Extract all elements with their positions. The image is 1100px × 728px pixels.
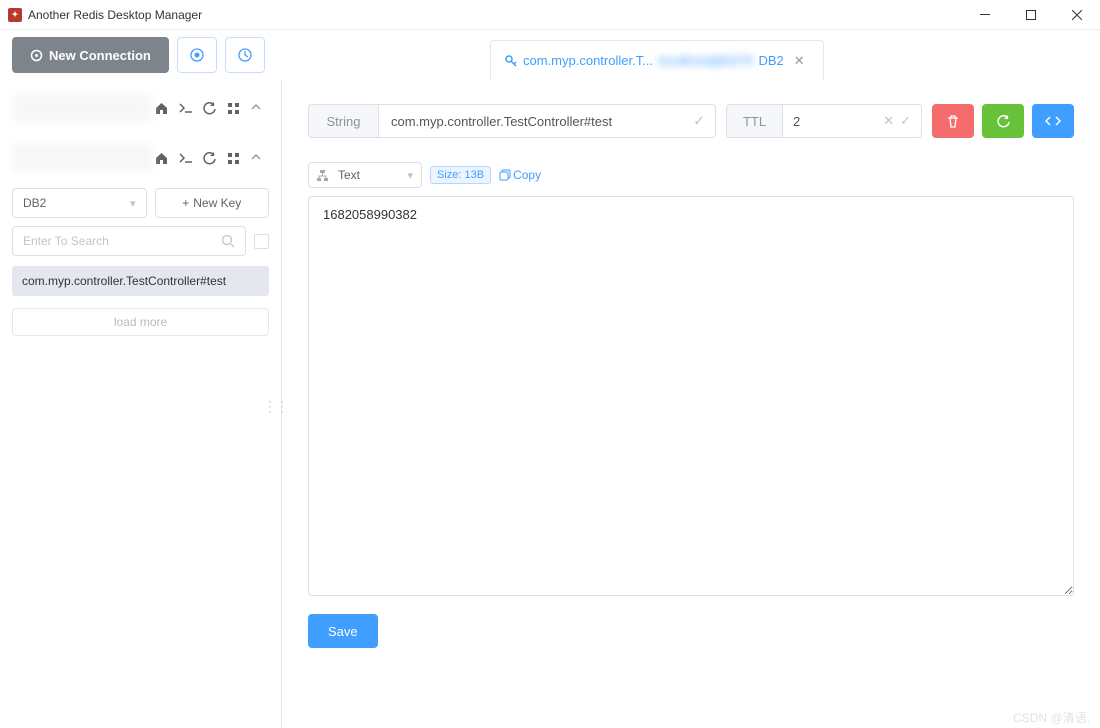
chevron-down-icon: ▾ bbox=[130, 197, 136, 210]
delete-button[interactable] bbox=[932, 104, 974, 138]
close-icon bbox=[1072, 10, 1082, 20]
connection-name-blurred bbox=[12, 144, 152, 172]
clock-icon bbox=[237, 47, 253, 63]
refresh-icon[interactable] bbox=[203, 152, 221, 165]
ttl-value: 2 bbox=[793, 114, 800, 129]
confirm-key-icon[interactable]: ✓ bbox=[693, 113, 705, 130]
copy-label: Copy bbox=[513, 168, 541, 182]
format-select[interactable]: Text ▾ bbox=[308, 162, 422, 188]
window-title: Another Redis Desktop Manager bbox=[28, 8, 202, 22]
new-key-label: New Key bbox=[193, 196, 241, 210]
tree-icon bbox=[317, 170, 328, 181]
main-content: String com.myp.controller.TestController… bbox=[282, 80, 1100, 728]
minimize-button[interactable] bbox=[962, 0, 1008, 30]
sidebar: DB2 ▾ + New Key Enter To Search com.myp.… bbox=[0, 80, 282, 728]
connection-name-blurred bbox=[12, 94, 152, 122]
close-button[interactable] bbox=[1054, 0, 1100, 30]
code-icon bbox=[1045, 114, 1061, 128]
chevron-up-icon[interactable] bbox=[251, 102, 269, 115]
type-label: String bbox=[327, 114, 361, 129]
refresh-icon bbox=[996, 114, 1010, 128]
home-icon[interactable] bbox=[155, 102, 173, 115]
exact-match-checkbox[interactable] bbox=[254, 234, 269, 249]
chevron-up-icon[interactable] bbox=[251, 152, 269, 165]
new-connection-button[interactable]: New Connection bbox=[12, 37, 169, 73]
confirm-ttl-icon[interactable]: ✓ bbox=[900, 113, 911, 129]
terminal-icon[interactable] bbox=[179, 152, 197, 165]
type-select: String bbox=[308, 104, 378, 138]
tab-close-icon[interactable]: ✕ bbox=[794, 53, 805, 69]
size-badge: Size: 13B bbox=[430, 166, 491, 184]
db-select-label: DB2 bbox=[23, 196, 46, 210]
connection-row-2[interactable] bbox=[12, 138, 269, 178]
code-button[interactable] bbox=[1032, 104, 1074, 138]
maximize-button[interactable] bbox=[1008, 0, 1054, 30]
window-controls bbox=[962, 0, 1100, 30]
load-more-label: load more bbox=[114, 315, 167, 329]
tab-key-view[interactable]: com.myp.controller.T... localhost@6379 D… bbox=[490, 40, 824, 80]
key-value: com.myp.controller.TestController#test bbox=[391, 114, 612, 129]
search-input[interactable]: Enter To Search bbox=[12, 226, 246, 256]
tab-conn-label: localhost@6379 bbox=[659, 53, 752, 68]
titlebar-left: ✦ Another Redis Desktop Manager bbox=[8, 8, 202, 22]
tab-db-label: DB2 bbox=[758, 53, 783, 68]
tab-key-label: com.myp.controller.T... bbox=[523, 53, 653, 68]
watermark: CSDN @清语. bbox=[1013, 709, 1090, 726]
tabs-bar: com.myp.controller.T... localhost@6379 D… bbox=[490, 40, 824, 80]
minimize-icon bbox=[980, 14, 990, 15]
value-content: 1682058990382 bbox=[323, 207, 417, 222]
clear-ttl-icon[interactable]: ✕ bbox=[883, 113, 894, 129]
key-text: com.myp.controller.TestController#test bbox=[22, 274, 226, 288]
chevron-down-icon: ▾ bbox=[407, 169, 413, 182]
grid-icon[interactable] bbox=[227, 152, 245, 165]
search-placeholder: Enter To Search bbox=[23, 234, 109, 248]
gear-icon bbox=[30, 49, 43, 62]
refresh-icon[interactable] bbox=[203, 102, 221, 115]
search-icon[interactable] bbox=[221, 234, 235, 248]
refresh-button[interactable] bbox=[982, 104, 1024, 138]
load-more-button[interactable]: load more bbox=[12, 308, 269, 336]
ttl-input[interactable]: 2 ✕ ✓ bbox=[782, 104, 922, 138]
new-key-button[interactable]: + New Key bbox=[155, 188, 270, 218]
db-select[interactable]: DB2 ▾ bbox=[12, 188, 147, 218]
new-connection-label: New Connection bbox=[49, 48, 151, 63]
grid-icon[interactable] bbox=[227, 102, 245, 115]
connection-row-1[interactable] bbox=[12, 88, 269, 128]
log-button[interactable] bbox=[225, 37, 265, 73]
home-icon[interactable] bbox=[155, 152, 173, 165]
key-icon bbox=[505, 55, 517, 67]
terminal-icon[interactable] bbox=[179, 102, 197, 115]
copy-button[interactable]: Copy bbox=[499, 168, 541, 182]
settings-button[interactable] bbox=[177, 37, 217, 73]
maximize-icon bbox=[1026, 10, 1036, 20]
trash-icon bbox=[946, 114, 960, 128]
format-label: Text bbox=[338, 168, 360, 182]
plus-icon: + bbox=[182, 196, 189, 210]
ttl-label-box: TTL bbox=[726, 104, 782, 138]
key-list-item[interactable]: com.myp.controller.TestController#test bbox=[12, 266, 269, 296]
target-icon bbox=[189, 47, 205, 63]
key-input[interactable]: com.myp.controller.TestController#test ✓ bbox=[378, 104, 716, 138]
copy-icon bbox=[499, 169, 511, 181]
app-icon: ✦ bbox=[8, 8, 22, 22]
save-label: Save bbox=[328, 624, 358, 639]
save-button[interactable]: Save bbox=[308, 614, 378, 648]
ttl-label: TTL bbox=[743, 114, 766, 129]
value-textarea[interactable]: 1682058990382 bbox=[308, 196, 1074, 596]
